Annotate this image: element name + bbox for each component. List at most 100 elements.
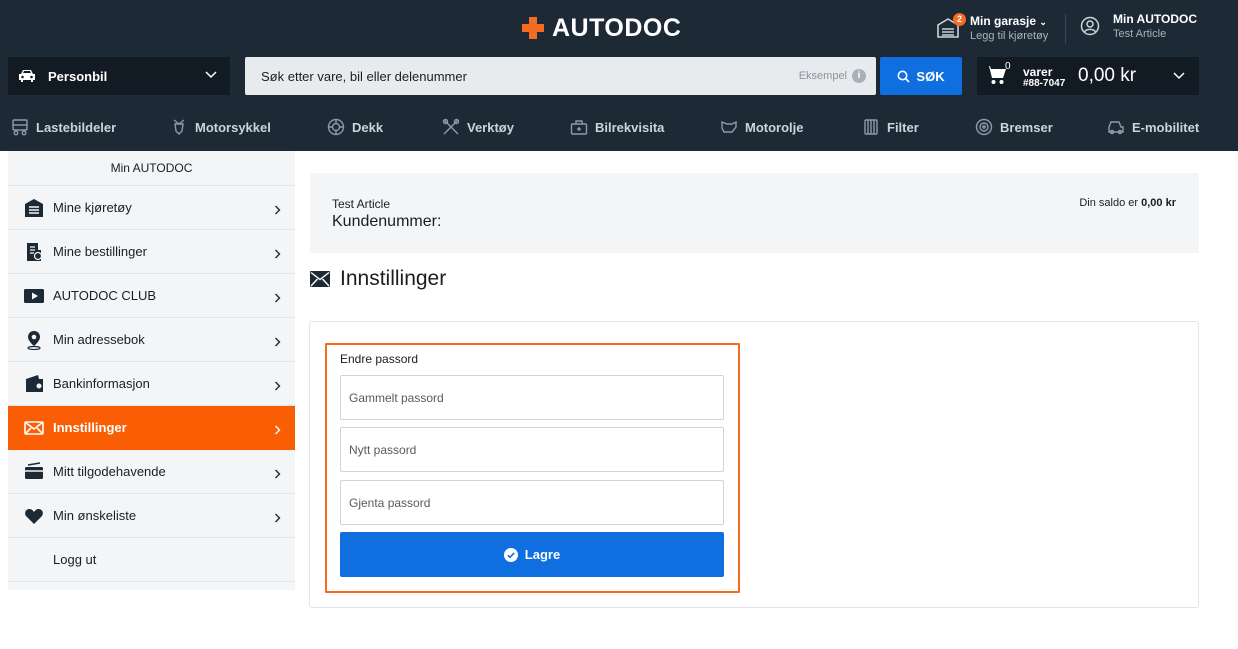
nav-item-motorsykkel[interactable]: Motorsykkel xyxy=(170,118,271,136)
nav-item-label: Filter xyxy=(887,119,919,135)
sidebar-item-bank-info[interactable]: Bankinformasjon xyxy=(8,362,295,406)
category-nav: Lastebildeler Motorsykkel Dekk Verktøy B… xyxy=(0,112,1238,144)
chevron-right-icon xyxy=(275,337,281,347)
chevron-right-icon xyxy=(275,513,281,523)
search-bar: Eksempel i xyxy=(245,57,876,95)
account-title: Min AUTODOC xyxy=(1113,12,1197,26)
nav-item-verktoy[interactable]: Verktøy xyxy=(442,118,514,136)
chevron-right-icon xyxy=(275,249,281,259)
chevron-right-icon xyxy=(275,381,281,391)
sidebar-item-label: Bankinformasjon xyxy=(53,376,150,391)
filter-icon xyxy=(864,119,878,135)
cart-items-label: varer xyxy=(1023,65,1053,79)
info-icon: i xyxy=(852,69,866,83)
save-button[interactable]: Lagre xyxy=(340,532,724,577)
page-title: Innstillinger xyxy=(340,267,447,290)
nav-item-label: E-mobilitet xyxy=(1132,119,1200,135)
chevron-right-icon xyxy=(275,293,281,303)
search-input[interactable] xyxy=(245,57,785,95)
customer-balance: Din saldo er 0,00 kr xyxy=(1079,197,1176,209)
my-account[interactable]: Min AUTODOC Test Article xyxy=(1080,12,1197,40)
logo-text: AUTODOC xyxy=(552,13,682,42)
garage-icon: 2 xyxy=(936,13,966,39)
balance-prefix: Din saldo er xyxy=(1079,197,1139,209)
nav-item-e-mobilitet[interactable]: E-mobilitet xyxy=(1107,118,1199,136)
customer-name: Test Article xyxy=(332,197,391,211)
sidebar-item-label: Min adressebok xyxy=(53,332,145,347)
chevron-down-icon: ⌄ xyxy=(1039,17,1047,27)
nav-item-dekk[interactable]: Dekk xyxy=(327,118,383,136)
nav-item-filter[interactable]: Filter xyxy=(862,118,919,136)
search-button[interactable]: SØK xyxy=(880,57,962,95)
header-divider xyxy=(1065,14,1066,44)
vehicle-type-label: Personbil xyxy=(48,68,108,84)
user-icon xyxy=(1080,16,1100,36)
garage-icon xyxy=(25,198,43,217)
chevron-down-icon xyxy=(205,71,217,79)
page-heading: Innstillinger xyxy=(310,267,446,291)
sidebar-item-label: Mine bestillinger xyxy=(53,244,147,259)
nav-item-lastebildeler[interactable]: Lastebildeler xyxy=(11,118,116,136)
change-password-title: Endre passord xyxy=(340,352,419,366)
truck-icon xyxy=(12,119,28,136)
envelope-icon xyxy=(310,271,330,287)
motorcycle-icon xyxy=(173,119,185,135)
sidebar-item-label: Min ønskeliste xyxy=(53,508,137,523)
sidebar-item-credit[interactable]: Mitt tilgodehavende xyxy=(8,450,295,494)
search-button-label: SØK xyxy=(916,68,945,84)
orders-icon xyxy=(27,242,43,261)
vehicle-type-select[interactable]: Personbil xyxy=(8,57,230,95)
garage-badge: 2 xyxy=(953,13,966,26)
credit-card-icon xyxy=(25,461,43,479)
sidebar-item-vehicles[interactable]: Mine kjøretøy xyxy=(8,186,295,230)
account-sidebar: Min AUTODOC Mine kjøretøy Mine bestillin… xyxy=(8,151,295,590)
chevron-right-icon xyxy=(275,469,281,479)
tools-icon xyxy=(442,118,460,135)
brake-disc-icon xyxy=(975,118,993,136)
nav-item-label: Verktøy xyxy=(467,119,514,135)
nav-item-motorolje[interactable]: Motorolje xyxy=(720,118,804,136)
location-pin-icon xyxy=(27,330,41,350)
customer-number-label: Kundenummer: xyxy=(332,213,442,230)
repeat-password-field[interactable] xyxy=(340,480,724,525)
nav-item-bremser[interactable]: Bremser xyxy=(975,118,1053,136)
sidebar-item-orders[interactable]: Mine bestillinger xyxy=(8,230,295,274)
cart[interactable]: 0 varer #88-7047 0,00 kr xyxy=(977,57,1199,95)
electric-car-icon xyxy=(1108,121,1124,135)
account-subtitle: Test Article xyxy=(1113,28,1167,40)
nav-item-label: Motorsykkel xyxy=(195,119,271,135)
cart-total: 0,00 kr xyxy=(1078,65,1137,86)
old-password-field[interactable] xyxy=(340,375,724,420)
sidebar-item-wishlist[interactable]: Min ønskeliste xyxy=(8,494,295,538)
oil-can-icon xyxy=(721,120,737,133)
nav-item-label: Bremser xyxy=(1000,119,1053,135)
nav-item-label: Bilrekvisita xyxy=(595,119,665,135)
autodoc-logo[interactable]: AUTODOC xyxy=(522,14,681,42)
sidebar-item-address-book[interactable]: Min adressebok xyxy=(8,318,295,362)
chevron-down-icon xyxy=(1173,72,1185,80)
nav-item-label: Dekk xyxy=(352,119,384,135)
cart-count: 0 xyxy=(1005,61,1011,72)
search-example[interactable]: Eksempel i xyxy=(799,69,866,83)
logout-label: Logg ut xyxy=(53,552,97,567)
nav-item-label: Lastebildeler xyxy=(36,119,117,135)
wallet-icon xyxy=(26,374,43,392)
search-icon xyxy=(897,70,910,83)
nav-item-bilrekvisita[interactable]: Bilrekvisita xyxy=(570,118,664,136)
logout-link[interactable]: Logg ut xyxy=(8,538,295,582)
sidebar-title: Min AUTODOC xyxy=(8,151,295,186)
check-circle-icon xyxy=(503,547,518,562)
sidebar-item-label: Mine kjøretøy xyxy=(53,200,132,215)
customer-info: Test Article Kundenummer: Din saldo er 0… xyxy=(310,173,1199,253)
sidebar-item-club[interactable]: AUTODOC CLUB xyxy=(8,274,295,318)
sidebar-item-settings[interactable]: Innstillinger xyxy=(8,406,295,450)
heart-icon xyxy=(25,508,43,524)
new-password-field[interactable] xyxy=(340,427,724,472)
my-garage[interactable]: 2 Min garasje ⌄ Legg til kjøretøy xyxy=(936,12,1048,44)
play-icon xyxy=(24,288,44,303)
balance-value: 0,00 kr xyxy=(1141,197,1176,209)
cart-icon xyxy=(985,66,1006,84)
chevron-right-icon xyxy=(275,205,281,215)
chevron-right-icon xyxy=(275,425,281,435)
sidebar-item-label: AUTODOC CLUB xyxy=(53,288,157,303)
